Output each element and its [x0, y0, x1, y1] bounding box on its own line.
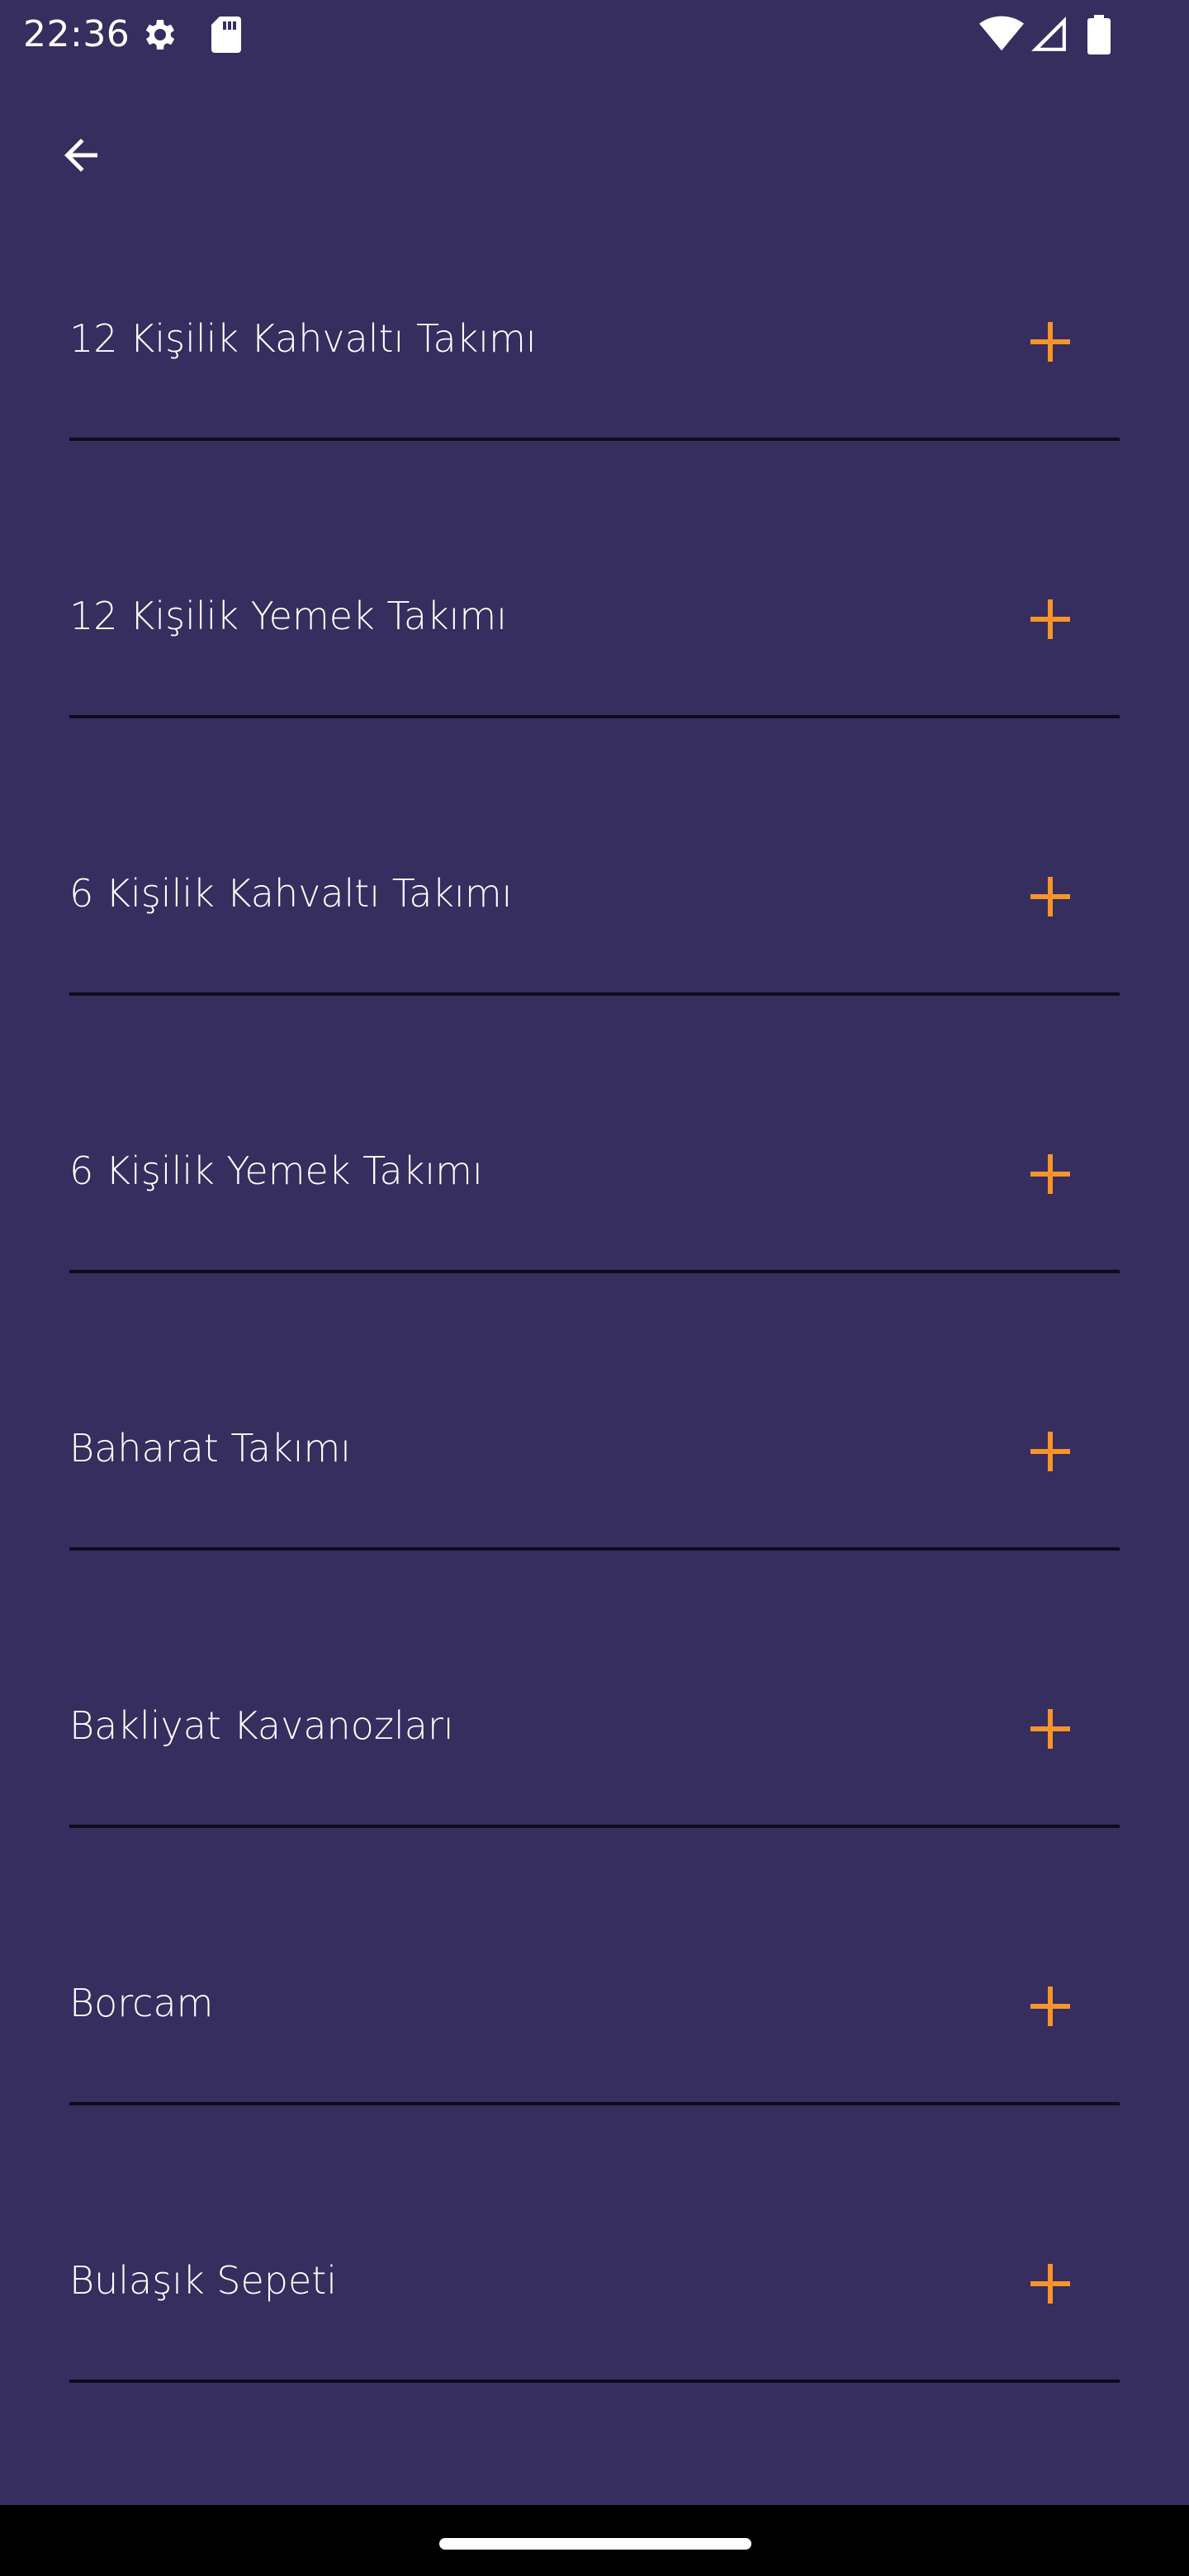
- plus-icon[interactable]: [1026, 1149, 1075, 1199]
- list-item[interactable]: 12 Kişilik Yemek Takımı: [0, 509, 1189, 786]
- list-item[interactable]: 12 Kişilik Kahvaltı Takımı: [0, 231, 1189, 509]
- category-list: 12 Kişilik Kahvaltı Takımı 12 Kişilik Ye…: [0, 231, 1189, 2451]
- list-item-label: Baharat Takımı: [69, 1426, 352, 1470]
- divider: [69, 715, 1120, 718]
- list-item[interactable]: Baharat Takımı: [0, 1341, 1189, 1618]
- plus-icon[interactable]: [1026, 1704, 1075, 1754]
- plus-icon[interactable]: [1026, 594, 1075, 644]
- plus-icon[interactable]: [1026, 1982, 1075, 2031]
- divider: [69, 2379, 1120, 2383]
- app-bar: [0, 69, 1189, 231]
- divider: [69, 438, 1120, 441]
- navigation-bar: [0, 2505, 1189, 2576]
- divider: [69, 1825, 1120, 1828]
- list-item-label: 12 Kişilik Kahvaltı Takımı: [69, 316, 537, 361]
- wifi-icon: [979, 16, 1024, 51]
- list-item[interactable]: Bulaşık Sepeti: [0, 2173, 1189, 2451]
- back-button[interactable]: [36, 111, 126, 200]
- divider: [69, 992, 1120, 996]
- list-item-label: Bulaşık Sepeti: [69, 2258, 338, 2303]
- divider: [69, 1270, 1120, 1273]
- divider: [69, 2102, 1120, 2105]
- list-item-label: Borcam: [69, 1981, 214, 2025]
- list-item[interactable]: Borcam: [0, 1896, 1189, 2173]
- status-time: 22:36: [23, 13, 130, 55]
- plus-icon[interactable]: [1026, 317, 1075, 367]
- sd-card-icon: [211, 17, 241, 53]
- plus-icon[interactable]: [1026, 2259, 1075, 2308]
- home-gesture-handle[interactable]: [439, 2538, 751, 2550]
- arrow-left-icon: [64, 139, 97, 172]
- plus-icon[interactable]: [1026, 1427, 1075, 1476]
- battery-icon: [1087, 15, 1111, 54]
- list-item-label: 6 Kişilik Kahvaltı Takımı: [69, 871, 513, 916]
- cell-signal-icon: [1031, 17, 1066, 51]
- list-item-label: 6 Kişilik Yemek Takımı: [69, 1148, 483, 1193]
- status-bar: 22:36: [0, 0, 1189, 69]
- list-item[interactable]: 6 Kişilik Yemek Takımı: [0, 1063, 1189, 1341]
- list-item-label: 12 Kişilik Yemek Takımı: [69, 594, 508, 638]
- list-item[interactable]: 6 Kişilik Kahvaltı Takımı: [0, 786, 1189, 1063]
- divider: [69, 1547, 1120, 1551]
- settings-gear-icon: [145, 20, 175, 50]
- plus-icon[interactable]: [1026, 872, 1075, 921]
- list-item[interactable]: Bakliyat Kavanozları: [0, 1618, 1189, 1896]
- list-item-label: Bakliyat Kavanozları: [69, 1703, 454, 1748]
